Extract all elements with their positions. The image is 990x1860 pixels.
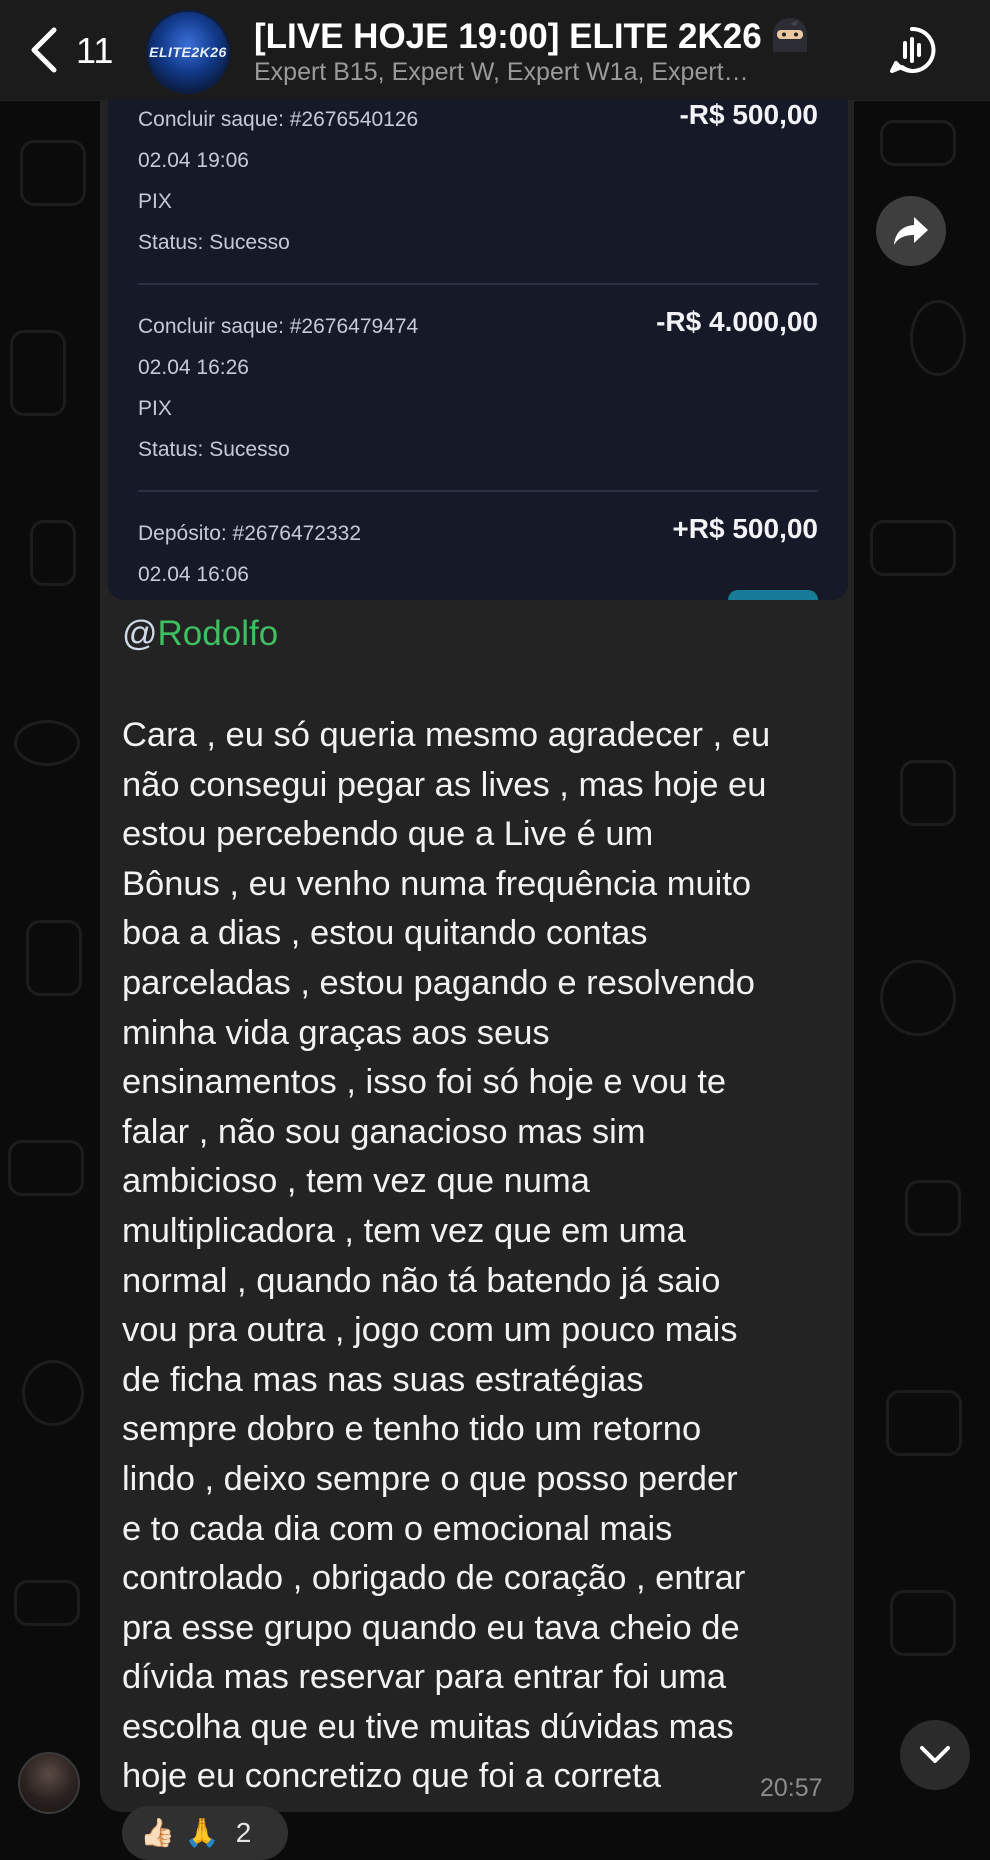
voice-chat-icon[interactable] [888, 26, 936, 74]
statement-image[interactable]: Concluir saque: #2676540126 02.04 19:06 … [108, 100, 848, 600]
mention[interactable]: @Rodolfo [122, 614, 278, 654]
message-time: 20:57 [760, 1774, 823, 1802]
forward-button[interactable] [876, 196, 946, 266]
transaction-method: PIX [138, 190, 172, 213]
transaction-item: Concluir saque: #2676479474 02.04 16:26 … [138, 306, 818, 470]
transaction-amount: -R$ 500,00 [679, 100, 818, 130]
pray-reaction[interactable]: 🙏 [185, 1819, 220, 1847]
statement-glow-button [728, 590, 818, 600]
chevron-down-icon [920, 1746, 950, 1763]
back-chevron-icon[interactable] [26, 26, 62, 74]
transaction-datetime: 02.04 16:26 [138, 356, 249, 379]
reaction-count: 2 [235, 1817, 252, 1848]
forward-arrow-icon [894, 217, 928, 245]
transaction-amount: -R$ 4.000,00 [656, 306, 818, 337]
scroll-down-button[interactable] [900, 1720, 970, 1790]
group-avatar-logo: ELITE2K26 [149, 44, 227, 60]
message-text: Cara , eu só queria mesmo agradecer , eu… [122, 716, 771, 1796]
transaction-item: Depósito: #2676472332 02.04 16:06 +R$ 50… [138, 513, 818, 595]
transaction-divider [138, 490, 818, 492]
transaction-status: Status: Sucesso [138, 231, 290, 254]
chat-title-text: [LIVE HOJE 19:00] ELITE 2K26 [254, 17, 762, 56]
chat-header: 11 ELITE2K26 [LIVE HOJE 19:00] ELITE 2K2… [0, 0, 990, 101]
transaction-datetime: 02.04 19:06 [138, 149, 249, 172]
transaction-item: Concluir saque: #2676540126 02.04 19:06 … [138, 100, 818, 263]
transaction-divider [138, 283, 818, 285]
group-avatar[interactable]: ELITE2K26 [148, 12, 228, 92]
unread-count[interactable]: 11 [76, 30, 113, 72]
ninja-emoji-icon [772, 18, 807, 52]
transaction-datetime: 02.04 16:06 [138, 563, 249, 586]
sender-avatar[interactable] [18, 1752, 80, 1814]
thumbs-up-reaction[interactable]: 👍🏻 [140, 1819, 175, 1847]
transaction-method: PIX [138, 397, 172, 420]
mention-at: @ [122, 614, 158, 653]
transaction-amount: +R$ 500,00 [672, 513, 818, 544]
chat-title[interactable]: [LIVE HOJE 19:00] ELITE 2K26 [254, 16, 810, 57]
chat-members[interactable]: Expert B15, Expert W, Expert W1a, Expert… [254, 58, 749, 87]
mention-name: Rodolfo [157, 614, 279, 653]
transaction-status: Status: Sucesso [138, 438, 290, 461]
